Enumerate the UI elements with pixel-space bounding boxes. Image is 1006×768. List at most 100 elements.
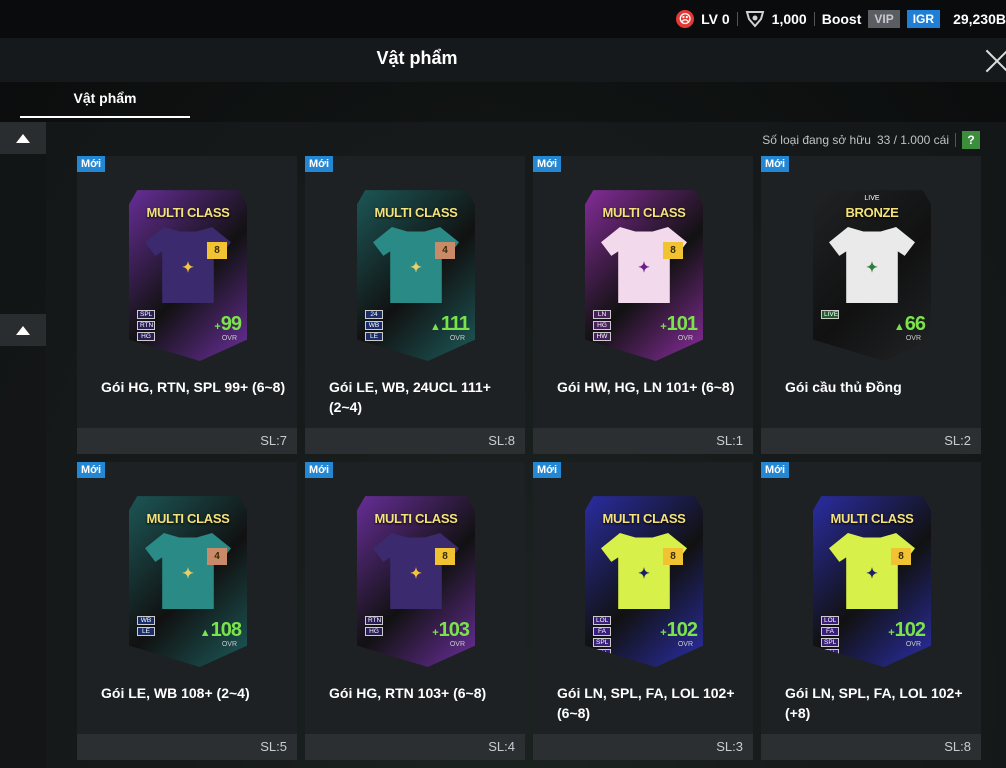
crest-icon: ✦ xyxy=(866,258,878,275)
item-card[interactable]: Mới MULTI CLASS ✦ 8 SPL RTN HG +99 OVR Gói… xyxy=(77,156,297,454)
crest-icon: ✦ xyxy=(638,564,650,581)
crest-icon: ✦ xyxy=(410,564,422,581)
position-tag: HG xyxy=(593,321,611,330)
position-tag: HW xyxy=(593,332,611,341)
item-card[interactable]: Mới MULTI CLASS ✦ 8 LN HG HW +101 OVR Gói … xyxy=(533,156,753,454)
screen: ☹ LV 0 1,000 Boost VIP IGR 29,230B Vật p… xyxy=(0,0,1006,768)
item-name: Gói HW, HG, LN 101+ (6~8) xyxy=(557,379,735,395)
item-card[interactable]: Mới MULTI CLASS ✦ 4 24 WB LE ▲111 OVR Gói … xyxy=(305,156,525,454)
position-tag: SPL xyxy=(137,310,155,319)
position-tag: HG xyxy=(365,627,383,636)
shield-icon xyxy=(745,11,764,28)
ovr-value: +101 xyxy=(660,313,698,336)
level-box: 4 xyxy=(207,548,227,565)
item-card[interactable]: Mới MULTI CLASS ✦ 4 WB LE ▲108 OVR Gói LE… xyxy=(77,462,297,760)
title-bar: Vật phẩm xyxy=(0,38,1006,82)
ovr-value: +99 xyxy=(214,313,242,336)
level-box: 8 xyxy=(891,548,911,565)
crest-icon: ✦ xyxy=(182,258,194,275)
ovr-label: OVR xyxy=(449,335,465,342)
ovr-prefix: ▲ xyxy=(199,627,211,639)
quantity: SL:1 xyxy=(716,433,743,448)
quantity-bar: SL:8 xyxy=(761,734,981,760)
ovr-value: +102 xyxy=(888,619,926,642)
ovr-prefix: + xyxy=(660,321,667,333)
position-tag: LN xyxy=(593,649,611,658)
position-tag: LE xyxy=(137,627,155,636)
level-box: 8 xyxy=(207,242,227,259)
position-tag: LOL xyxy=(593,616,611,625)
card-title: BRONZE xyxy=(845,205,899,220)
item-name: Gói cầu thủ Đồng xyxy=(785,379,902,395)
pack-card: MULTI CLASS ✦ 8 LOL FA SPL LN +102 OVR xyxy=(585,496,703,667)
ovr-number: 102 xyxy=(894,619,926,641)
ovr-label: OVR xyxy=(677,641,693,648)
divider xyxy=(813,12,815,26)
quantity: SL:8 xyxy=(488,433,515,448)
boost-label[interactable]: Boost xyxy=(822,11,862,27)
card-subtitle: LIVE xyxy=(864,195,880,202)
item-card[interactable]: Mới LIVE BRONZE ✦ LIVE ▲66 OVR Gói cầu t… xyxy=(761,156,981,454)
ovr-value: ▲111 xyxy=(430,313,470,336)
new-badge: Mới xyxy=(761,462,790,478)
item-name: Gói LE, WB 108+ (2~4) xyxy=(101,685,250,701)
position-tag: LN xyxy=(593,310,611,319)
position-tag: FA xyxy=(593,627,611,636)
player-stats: ☹ LV 0 1,000 Boost VIP IGR 29,230B xyxy=(676,8,1006,30)
ovr-number: 66 xyxy=(904,313,926,335)
angry-face-icon: ☹ xyxy=(676,10,695,28)
pack-card: MULTI CLASS ✦ 4 WB LE ▲108 OVR xyxy=(129,496,247,667)
owned-summary: Số loại đang sở hữu 33 / 1.000 cái ? xyxy=(762,131,980,149)
tab-items[interactable]: Vật phẩm xyxy=(20,90,190,118)
scroll-up-icon[interactable] xyxy=(0,314,46,346)
ovr-number: 111 xyxy=(440,313,470,335)
close-icon[interactable] xyxy=(982,46,1006,76)
position-tag: SPL xyxy=(821,638,839,647)
position-tags: WB LE xyxy=(137,616,155,636)
currency-amount: 1,000 xyxy=(771,11,807,27)
ovr-prefix: + xyxy=(660,627,667,639)
item-name: Gói LN, SPL, FA, LOL 102+ (6~8) xyxy=(557,685,735,721)
position-tag: 24 xyxy=(365,310,383,319)
position-tag: WB xyxy=(365,321,383,330)
crest-icon: ✦ xyxy=(638,258,650,275)
igr-badge[interactable]: IGR xyxy=(906,10,941,28)
item-card[interactable]: Mới MULTI CLASS ✦ 8 LOL FA SPL LN +102 OVR … xyxy=(761,462,981,760)
position-tags: 24 WB LE xyxy=(365,310,383,341)
quantity-bar: SL:8 xyxy=(305,428,525,454)
tab-active-indicator xyxy=(20,116,190,118)
item-card[interactable]: Mới MULTI CLASS ✦ 8 RTN HG +103 OVR Gói H… xyxy=(305,462,525,760)
pack-card: LIVE BRONZE ✦ LIVE ▲66 OVR xyxy=(813,190,931,361)
pack-card: MULTI CLASS ✦ 8 LN HG HW +101 OVR xyxy=(585,190,703,361)
position-tags: LOL FA SPL LN xyxy=(821,616,839,658)
quantity: SL:2 xyxy=(944,433,971,448)
divider xyxy=(736,12,738,26)
level-box: 8 xyxy=(435,548,455,565)
ovr-label: OVR xyxy=(221,335,237,342)
ovr-number: 103 xyxy=(438,619,470,641)
side-scroll-panel xyxy=(0,122,46,768)
scroll-up-icon[interactable] xyxy=(0,122,46,154)
item-name: Gói LN, SPL, FA, LOL 102+ (+8) xyxy=(785,685,963,721)
quantity: SL:7 xyxy=(260,433,287,448)
ovr-prefix: + xyxy=(432,627,439,639)
balance-amount: 29,230B xyxy=(953,11,1006,27)
inventory-panel: Số loại đang sở hữu 33 / 1.000 cái ? Mới… xyxy=(46,122,1006,768)
item-name: Gói LE, WB, 24UCL 111+ (2~4) xyxy=(329,379,491,415)
item-card[interactable]: Mới MULTI CLASS ✦ 8 LOL FA SPL LN +102 OVR … xyxy=(533,462,753,760)
ovr-prefix: + xyxy=(888,627,895,639)
new-badge: Mới xyxy=(533,462,562,478)
position-tag: LIVE xyxy=(821,310,839,319)
ovr-number: 108 xyxy=(210,619,242,641)
vip-badge[interactable]: VIP xyxy=(868,10,900,28)
pack-card: MULTI CLASS ✦ 8 SPL RTN HG +99 OVR xyxy=(129,190,247,361)
position-tag: RTN xyxy=(137,321,155,330)
card-title: MULTI CLASS xyxy=(146,205,230,220)
position-tags: RTN HG xyxy=(365,616,383,636)
position-tag: HG xyxy=(137,332,155,341)
level-box: 8 xyxy=(663,548,683,565)
divider xyxy=(955,133,956,147)
card-title: MULTI CLASS xyxy=(374,511,458,526)
help-icon[interactable]: ? xyxy=(962,131,980,149)
ovr-prefix: ▲ xyxy=(893,321,905,333)
